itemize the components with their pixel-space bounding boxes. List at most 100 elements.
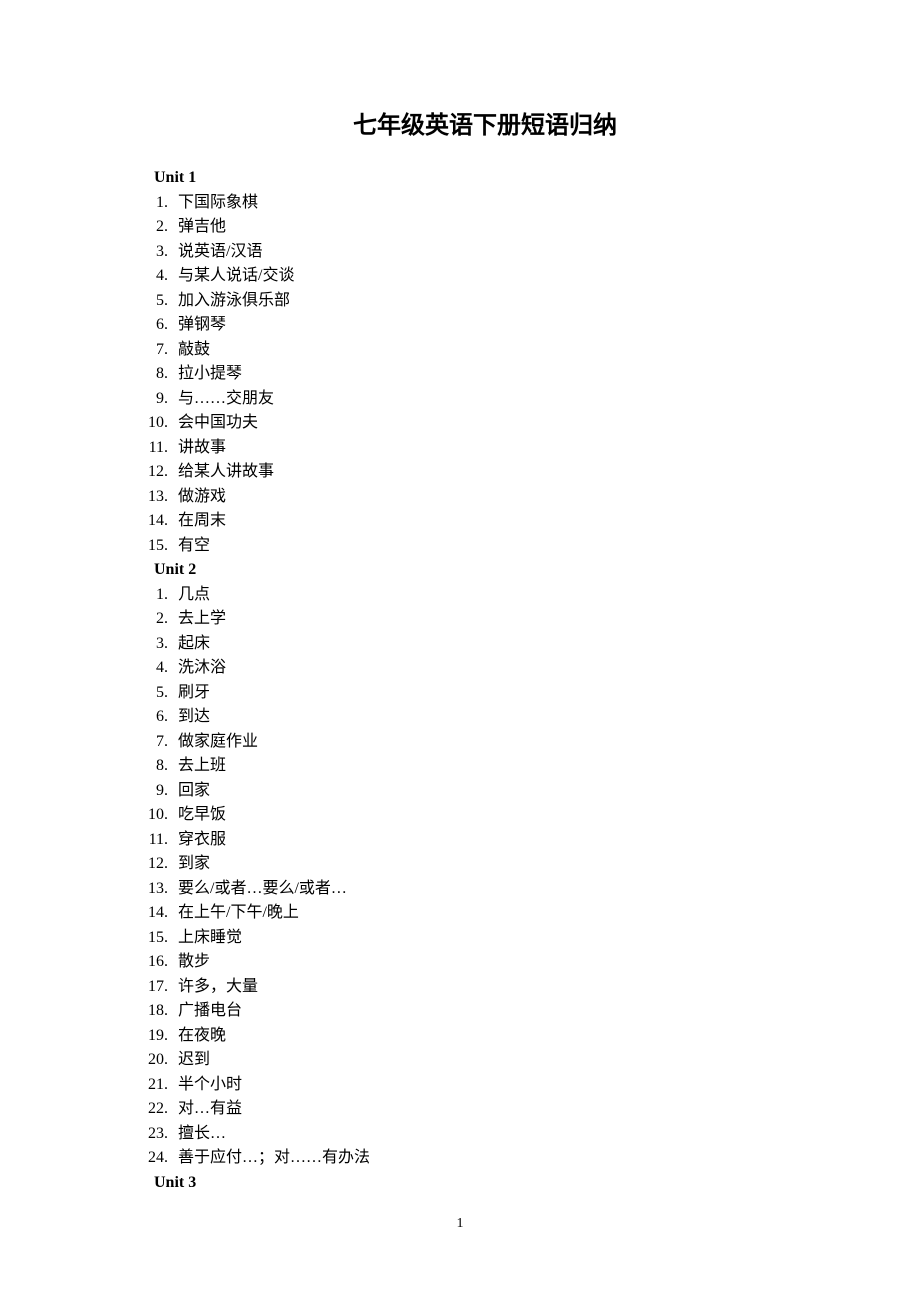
list-item: 17. 许多，大量 <box>140 975 830 1000</box>
list-item: 8. 去上班 <box>140 754 830 779</box>
list-item: 11. 讲故事 <box>140 436 830 461</box>
list-item: 3. 说英语/汉语 <box>140 240 830 265</box>
item-number: 2. <box>140 607 168 632</box>
list-item: 22. 对…有益 <box>140 1097 830 1122</box>
item-text: 去上班 <box>178 754 226 779</box>
list-item: 1. 几点 <box>140 583 830 608</box>
item-text: 去上学 <box>178 607 226 632</box>
item-text: 上床睡觉 <box>178 926 242 951</box>
item-number: 13. <box>140 877 168 902</box>
list-item: 12.到家 <box>140 852 830 877</box>
item-number: 5. <box>140 681 168 706</box>
item-text: 几点 <box>178 583 210 608</box>
item-number: 18. <box>140 999 168 1024</box>
list-item: 11. 穿衣服 <box>140 828 830 853</box>
item-number: 1. <box>140 583 168 608</box>
unit-header: Unit 1 <box>154 166 830 191</box>
item-number: 3. <box>140 632 168 657</box>
item-text: 弹吉他 <box>178 215 226 240</box>
item-number: 21. <box>140 1073 168 1098</box>
item-number: 9. <box>140 387 168 412</box>
list-item: 6.弹钢琴 <box>140 313 830 338</box>
list-item: 20.迟到 <box>140 1048 830 1073</box>
list-item: 12.给某人讲故事 <box>140 460 830 485</box>
list-item: 7.做家庭作业 <box>140 730 830 755</box>
item-number: 14. <box>140 509 168 534</box>
list-item: 2. 弹吉他 <box>140 215 830 240</box>
item-text: 下国际象棋 <box>178 191 258 216</box>
item-number: 13. <box>140 485 168 510</box>
item-text: 善于应付…；对……有办法 <box>178 1146 370 1171</box>
list-item: 7.敲鼓 <box>140 338 830 363</box>
list-item: 14. 在周末 <box>140 509 830 534</box>
item-text: 与……交朋友 <box>178 387 274 412</box>
list-item: 3. 起床 <box>140 632 830 657</box>
list-item: 15. 上床睡觉 <box>140 926 830 951</box>
item-text: 擅长… <box>178 1122 226 1147</box>
item-text: 广播电台 <box>178 999 242 1024</box>
item-number: 8. <box>140 754 168 779</box>
item-number: 17. <box>140 975 168 1000</box>
item-text: 穿衣服 <box>178 828 226 853</box>
item-text: 刷牙 <box>178 681 210 706</box>
item-number: 5. <box>140 289 168 314</box>
list-item: 18. 广播电台 <box>140 999 830 1024</box>
list-item: 10.会中国功夫 <box>140 411 830 436</box>
list-item: 14.在上午/下午/晚上 <box>140 901 830 926</box>
item-text: 在夜晚 <box>178 1024 226 1049</box>
item-text: 回家 <box>178 779 210 804</box>
item-text: 散步 <box>178 950 210 975</box>
list-item: 24.善于应付…；对……有办法 <box>140 1146 830 1171</box>
list-item: 23. 擅长… <box>140 1122 830 1147</box>
item-number: 22. <box>140 1097 168 1122</box>
item-text: 到达 <box>178 705 210 730</box>
item-number: 11. <box>140 828 168 853</box>
list-item: 13. 要么/或者…要么/或者… <box>140 877 830 902</box>
item-number: 12. <box>140 460 168 485</box>
item-text: 吃早饭 <box>178 803 226 828</box>
item-number: 9. <box>140 779 168 804</box>
item-text: 在周末 <box>178 509 226 534</box>
item-number: 1. <box>140 191 168 216</box>
item-text: 起床 <box>178 632 210 657</box>
item-number: 11. <box>140 436 168 461</box>
item-number: 15. <box>140 926 168 951</box>
item-text: 许多，大量 <box>178 975 258 1000</box>
list-item: 9. 与……交朋友 <box>140 387 830 412</box>
list-item: 9. 回家 <box>140 779 830 804</box>
item-text: 要么/或者…要么/或者… <box>178 877 347 902</box>
item-text: 与某人说话/交谈 <box>178 264 294 289</box>
item-number: 3. <box>140 240 168 265</box>
list-item: 4. 洗沐浴 <box>140 656 830 681</box>
item-number: 7. <box>140 338 168 363</box>
list-item: 5. 刷牙 <box>140 681 830 706</box>
list-item: 5. 加入游泳俱乐部 <box>140 289 830 314</box>
phrase-list: 1.几点2.去上学3.起床4.洗沐浴5.刷牙6.到达7.做家庭作业8.去上班9.… <box>140 583 830 1171</box>
item-text: 洗沐浴 <box>178 656 226 681</box>
list-item: 10.吃早饭 <box>140 803 830 828</box>
item-text: 拉小提琴 <box>178 362 242 387</box>
list-item: 16.散步 <box>140 950 830 975</box>
document-title: 七年级英语下册短语归纳 <box>140 105 830 140</box>
item-number: 23. <box>140 1122 168 1147</box>
item-text: 做游戏 <box>178 485 226 510</box>
item-number: 10. <box>140 411 168 436</box>
list-item: 15.有空 <box>140 534 830 559</box>
item-text: 到家 <box>178 852 210 877</box>
item-text: 说英语/汉语 <box>178 240 262 265</box>
list-item: 2. 去上学 <box>140 607 830 632</box>
item-text: 有空 <box>178 534 210 559</box>
list-item: 1. 下国际象棋 <box>140 191 830 216</box>
item-text: 加入游泳俱乐部 <box>178 289 290 314</box>
item-text: 迟到 <box>178 1048 210 1073</box>
item-number: 6. <box>140 313 168 338</box>
item-number: 19. <box>140 1024 168 1049</box>
item-text: 做家庭作业 <box>178 730 258 755</box>
item-number: 4. <box>140 656 168 681</box>
phrase-list: 1.下国际象棋2.弹吉他3.说英语/汉语4.与某人说话/交谈5.加入游泳俱乐部6… <box>140 191 830 559</box>
item-text: 对…有益 <box>178 1097 242 1122</box>
item-number: 4. <box>140 264 168 289</box>
item-number: 2. <box>140 215 168 240</box>
unit-header: Unit 2 <box>154 558 830 583</box>
item-text: 讲故事 <box>178 436 226 461</box>
